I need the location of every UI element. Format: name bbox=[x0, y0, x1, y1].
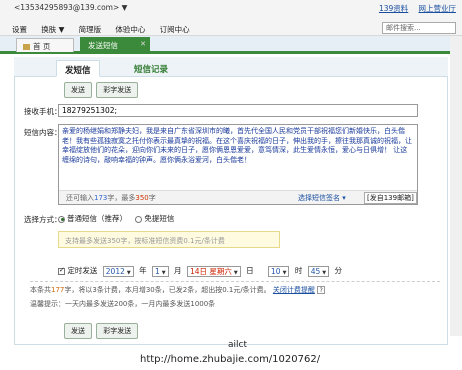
month-unit: 月 bbox=[174, 266, 182, 275]
billing-info: 本条共177字，将以3条计费，本月增30条，已发2条，超出按0.1元/条计费。 … bbox=[30, 285, 440, 295]
business-hall-link[interactable]: 网上营业厅 bbox=[419, 3, 457, 14]
menu-simple[interactable]: 简理版 bbox=[79, 24, 102, 35]
schedule-row: 定时发送 2012▼ 年 1▼ 月 14日 星期六▼ 日 10▼ 时 45▼ 分 bbox=[58, 265, 342, 277]
warm-tip: 温馨提示：一天内最多发送200条，一月内最多发送1000条 bbox=[30, 300, 216, 308]
mms-send-button-bottom[interactable]: 彩字发送 bbox=[96, 323, 139, 339]
content-label: 短信内容： bbox=[24, 128, 62, 137]
day-select[interactable]: 14日 星期六 ▼ bbox=[186, 265, 241, 277]
normal-sms-radio[interactable] bbox=[58, 215, 65, 223]
method-label: 选择方式： bbox=[24, 215, 62, 224]
right-scroll-strip bbox=[450, 36, 462, 336]
subtab-sms-records[interactable]: 短信记录 bbox=[126, 60, 176, 77]
year-unit: 年 bbox=[139, 266, 147, 275]
subtab-send-sms[interactable]: 发短信 bbox=[56, 60, 100, 77]
help-icon[interactable]: ? bbox=[317, 286, 326, 294]
menu-skin[interactable]: 换肤 ▼ bbox=[41, 24, 64, 35]
close-billing-reminder-link[interactable]: 关闭计费提醒 bbox=[273, 286, 315, 294]
minute-unit: 分 bbox=[334, 266, 343, 275]
subtab-bar: 发短信 短信记录 bbox=[14, 57, 448, 77]
minute-select[interactable]: 45 ▼ bbox=[307, 265, 330, 277]
watermark-name: ailct bbox=[228, 340, 247, 350]
hour-unit: 时 bbox=[294, 266, 303, 275]
bottom-button-group: 发送 彩字发送 bbox=[64, 323, 139, 339]
recipient-label: 接收手机： bbox=[24, 107, 62, 116]
schedule-label: 定时发送 bbox=[67, 266, 98, 275]
method-options: 普通短信（推荐） 免提短信 bbox=[58, 213, 174, 224]
tab-home[interactable]: 首 页 bbox=[16, 38, 74, 52]
menu-settings[interactable]: 设置 bbox=[12, 24, 27, 35]
profile-link[interactable]: 139资料 bbox=[379, 3, 408, 14]
top-button-group: 发送 彩字发送 bbox=[64, 82, 139, 98]
top-links: 139资料 网上营业厅 bbox=[371, 3, 456, 14]
free-sms-label: 免提短信 bbox=[144, 214, 175, 223]
month-select[interactable]: 1 ▼ bbox=[152, 265, 169, 277]
menu-experience[interactable]: 体验中心 bbox=[115, 24, 145, 35]
day-unit: 日 bbox=[246, 266, 254, 275]
menu-subscribe[interactable]: 订阅中心 bbox=[160, 24, 190, 35]
hour-select[interactable]: 10 ▼ bbox=[268, 265, 290, 277]
search-input[interactable]: 邮件搜索... bbox=[382, 22, 456, 34]
tab-send-sms[interactable]: 发送短信 ✕ bbox=[80, 37, 150, 53]
account-menu[interactable]: <13534295893@139.com> ▼ bbox=[14, 3, 127, 12]
watermark-url: http://home.zhubajie.com/1020762/ bbox=[140, 354, 321, 365]
send-button-top[interactable]: 发送 bbox=[64, 82, 92, 98]
send-from-tag[interactable]: [发自139邮箱] bbox=[364, 192, 417, 204]
mms-send-button-top[interactable]: 彩字发送 bbox=[96, 82, 139, 98]
send-button-bottom[interactable]: 发送 bbox=[64, 323, 92, 339]
home-icon bbox=[23, 44, 30, 50]
free-sms-radio[interactable] bbox=[135, 215, 143, 223]
char-counter: 还可输入173字，最多350字 bbox=[66, 194, 156, 202]
year-select[interactable]: 2012 ▼ bbox=[102, 265, 134, 277]
choose-signature-link[interactable]: 选择短信签名 ▾ bbox=[298, 193, 346, 203]
recipient-input[interactable]: 18279251302; bbox=[58, 104, 418, 117]
normal-sms-label: 普通短信（推荐） bbox=[67, 214, 127, 223]
schedule-checkbox[interactable] bbox=[58, 266, 65, 275]
billing-hint: 支持最多发送350字，按标准短信资费0.1元/条计费 bbox=[58, 231, 280, 248]
divider bbox=[30, 281, 440, 282]
close-icon[interactable]: ✕ bbox=[140, 40, 146, 48]
